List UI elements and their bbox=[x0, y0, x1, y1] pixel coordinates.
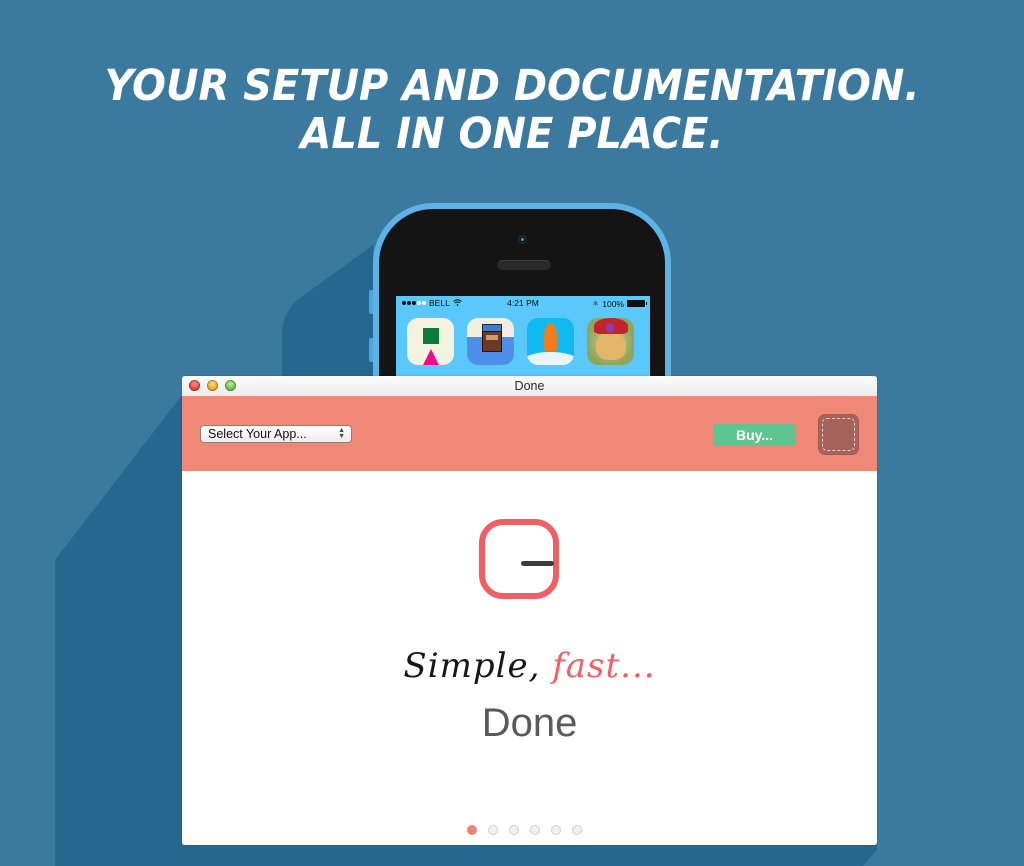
welcome-content: Simple, fast... Done bbox=[182, 471, 877, 845]
updown-arrows-icon: ▲ ▼ bbox=[338, 427, 345, 440]
app-select-value: Select Your App... bbox=[208, 427, 307, 441]
app-toolbar: Select Your App... ▲ ▼ Buy... bbox=[182, 396, 877, 471]
app-window: Done Select Your App... ▲ ▼ Buy... Simple… bbox=[182, 376, 877, 845]
phone-statusbar: BELL 4:21 PM ∗ 100% bbox=[396, 296, 650, 310]
dashed-drop-well-icon[interactable] bbox=[819, 415, 858, 454]
buy-button[interactable]: Buy... bbox=[713, 424, 796, 446]
done-logo-icon bbox=[479, 519, 559, 599]
tagline-fast: fast... bbox=[552, 646, 656, 686]
window-shadow bbox=[55, 395, 182, 866]
headline-line-1: Your setup and documentation. bbox=[104, 61, 920, 111]
page-dot[interactable] bbox=[551, 825, 561, 835]
page-dot[interactable] bbox=[467, 825, 477, 835]
page-dot[interactable] bbox=[530, 825, 540, 835]
battery-percent: 100% bbox=[602, 298, 624, 309]
pixel-bearded-man-app-icon[interactable] bbox=[467, 318, 514, 365]
speaker-grille bbox=[497, 260, 551, 270]
page-dot[interactable] bbox=[572, 825, 582, 835]
camera-icon bbox=[518, 235, 527, 244]
app-select-dropdown[interactable]: Select Your App... ▲ ▼ bbox=[200, 425, 352, 443]
brand-name: Done bbox=[481, 701, 578, 745]
phone-shadow bbox=[282, 245, 373, 376]
tagline: Simple, fast... bbox=[182, 646, 877, 686]
rocket-app-icon[interactable] bbox=[527, 318, 574, 365]
green-square-pink-triangle-app-icon[interactable] bbox=[407, 318, 454, 365]
window-titlebar[interactable]: Done bbox=[182, 376, 877, 397]
battery-icon bbox=[627, 300, 647, 307]
window-title: Done bbox=[514, 379, 545, 393]
page-dot[interactable] bbox=[509, 825, 519, 835]
page-dot[interactable] bbox=[488, 825, 498, 835]
headline: Your setup and documentation. All in one… bbox=[36, 62, 988, 158]
headline-line-2: All in one place. bbox=[300, 109, 724, 159]
page-indicator bbox=[467, 825, 582, 835]
app-icon-row bbox=[407, 318, 634, 365]
tagline-simple: Simple, bbox=[403, 646, 541, 686]
window-shadow-bottom bbox=[182, 845, 877, 866]
bluetooth-icon: ∗ bbox=[592, 298, 600, 308]
doge-turban-app-icon[interactable] bbox=[587, 318, 634, 365]
